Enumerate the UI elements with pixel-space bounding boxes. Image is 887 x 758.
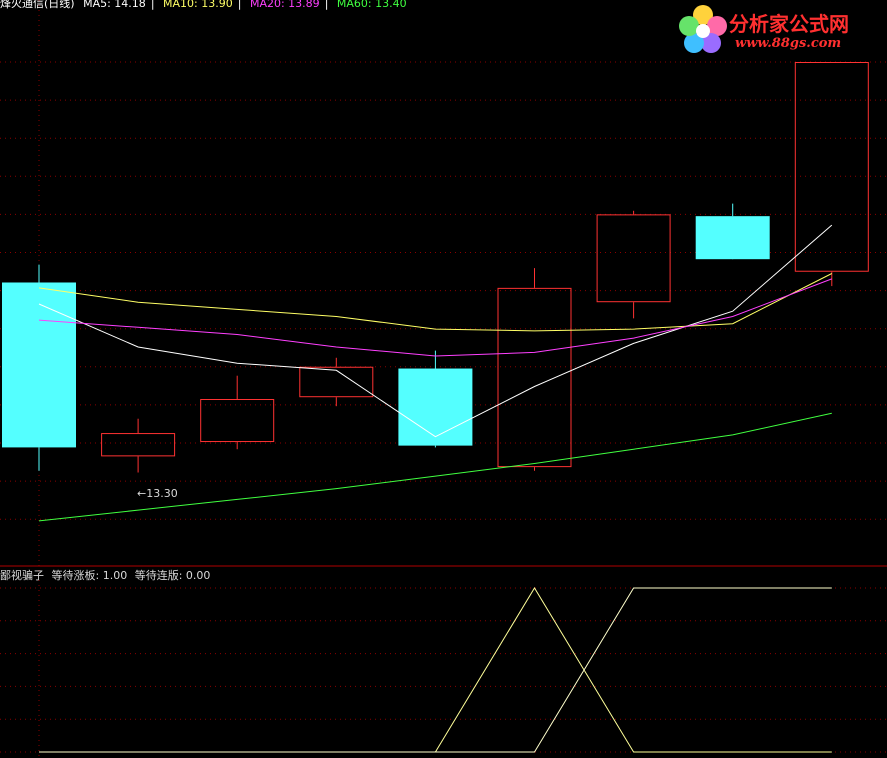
indicator-legend: 鄙视骗子 等待涨板: 1.00 等待连版: 0.00	[0, 569, 214, 582]
candle	[596, 210, 671, 319]
logo-title: 分析家公式网	[729, 12, 849, 36]
indicator-name: 鄙视骗子	[0, 569, 44, 582]
low-price-annotation: ←13.30	[137, 487, 178, 500]
wait-consecutive-label: 等待连版: 0.00	[134, 569, 211, 582]
candle-body	[299, 366, 374, 398]
ma5-label: MA5: 14.18	[83, 0, 146, 10]
candle	[497, 268, 572, 471]
candle	[695, 203, 770, 260]
ma20-label: MA20: 13.89	[249, 0, 320, 10]
ma60-label: MA60: 13.40	[336, 0, 407, 10]
flower-icon	[679, 5, 727, 53]
candlesticks	[2, 62, 869, 473]
candle-body	[596, 214, 671, 303]
candle-body	[794, 62, 869, 272]
candle-body	[497, 287, 572, 468]
candle	[2, 264, 76, 471]
candle-body	[2, 282, 76, 448]
ma10-label: MA10: 13.90	[163, 0, 233, 10]
candle	[398, 350, 473, 448]
site-logo: 分析家公式网 www.88gs.com	[677, 2, 877, 56]
logo-url: www.88gs.com	[735, 36, 842, 51]
candle	[794, 62, 869, 287]
candle-body	[200, 399, 275, 443]
candle	[101, 418, 176, 473]
indicator-lines	[39, 587, 832, 753]
wait-limit-up-label: 等待涨板: 1.00	[51, 569, 128, 582]
indicator-line-1	[39, 587, 832, 753]
candle-body	[695, 216, 770, 260]
chart-window: 烽火通信(日线) MA5: 14.18 | MA10: 13.90 | MA20: …	[0, 0, 887, 758]
candle	[200, 375, 275, 450]
indicator-line-2	[39, 587, 832, 753]
main-legend: 烽火通信(日线) MA5: 14.18 | MA10: 13.90 | MA20: …	[0, 0, 412, 10]
candle	[299, 357, 374, 407]
candle-body	[398, 368, 473, 446]
chart-canvas	[0, 0, 887, 758]
stock-title: 烽火通信(日线)	[0, 0, 75, 10]
candle-body	[101, 433, 176, 457]
ma10-line	[38, 273, 833, 332]
